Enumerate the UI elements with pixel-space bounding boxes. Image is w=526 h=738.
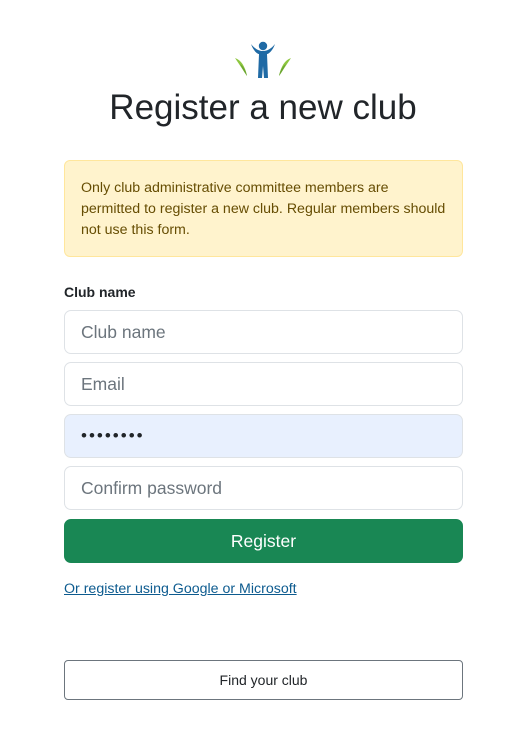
- email-input[interactable]: [64, 362, 463, 406]
- warning-alert: Only club administrative committee membe…: [64, 160, 463, 257]
- find-your-club-button[interactable]: Find your club: [64, 660, 463, 700]
- register-button[interactable]: Register: [64, 519, 463, 563]
- password-input[interactable]: [64, 414, 463, 458]
- page-title: Register a new club: [109, 88, 417, 127]
- club-name-label: Club name: [64, 284, 136, 300]
- confirm-password-input[interactable]: [64, 466, 463, 510]
- club-logo-icon: [235, 41, 291, 78]
- register-with-google-or-microsoft-link[interactable]: Or register using Google or Microsoft: [64, 581, 297, 597]
- club-name-input[interactable]: [64, 310, 463, 354]
